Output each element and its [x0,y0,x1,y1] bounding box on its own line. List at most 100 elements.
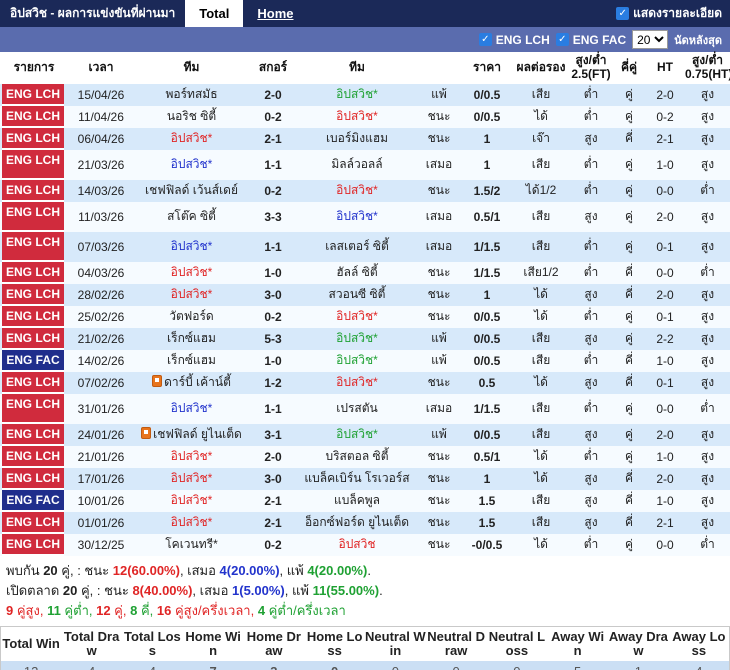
away-team-label: อิปสวิช* [336,309,378,324]
odd-even: คี่ [624,375,634,390]
summary-segment: , แพ้ [284,582,313,598]
tab-total[interactable]: Total [185,0,244,27]
match-date: 21/03/26 [77,157,125,172]
league-badge: ENG LCH [2,261,64,284]
home-team: อิปสวิช* [134,262,249,284]
recent-matches-select[interactable]: 20 [632,30,669,49]
tab-home[interactable]: Home [243,0,307,27]
stat-count: 1 [608,661,669,670]
handicap-result: เสีย [531,353,551,368]
table-row: ENG LCH 11/03/26 สโต๊ค ซิตี้ 3-3 อิปสวิช* เสม… [0,201,730,232]
ht-score: 2-2 [656,331,674,346]
table-row: ENG LCH 21/03/26 อิปสวิช* 1-1 มิลล์วอลล์ เสมอ… [0,149,730,180]
match-date: 15/04/26 [77,87,125,102]
away-team-label: เปรสตัน [336,401,378,416]
odd-even: คี่ [624,265,634,280]
over-under-ft: ต่ำ [583,449,599,464]
over-under-ht: สูง [700,375,715,390]
checkbox-checked-icon[interactable]: ✓ [616,7,630,20]
handicap-result: เสีย [531,157,551,172]
table-row: ENG LCH 15/04/26 พอร์ทสมัธ 2-0 อิปสวิช* แพ้ 0/… [0,83,730,106]
home-team-label: อิปสวิช* [170,493,213,508]
away-team: มิลล์วอลล์ [297,150,417,180]
league-cell: ENG LCH [0,231,68,262]
filter-eng-fac[interactable]: ✓ ENG FAC [555,33,626,47]
match-result: แพ้ [431,427,447,441]
handicap-odds: 0/0.5 [473,87,501,102]
match-result: ชนะ [427,471,451,485]
handicap-result: ได้ [534,471,548,486]
table-row: ENG FAC 10/01/26 อิปสวิช* 2-1 แบล็คพูล ชนะ 1.5… [0,489,730,512]
table-row: ENG LCH 21/02/26 เร็กซ์แฮม 5-3 อิปสวิช* แพ้ 0/… [0,327,730,350]
away-team: เปรสตัน [297,394,417,424]
final-score: 0-2 [264,537,282,552]
away-team-label: แบล็คเบิร์น โรเวอร์ส [304,471,410,486]
match-result: แพ้ [431,353,447,367]
over-under-ht: สูง [700,239,715,254]
summary-segment: คู่, : ชนะ [77,582,133,598]
over-under-ht: ต่ำ [700,537,715,552]
checkbox-checked-icon[interactable]: ✓ [478,33,492,46]
home-team: เชฟฟิลด์ ยูไนเต็ด [134,424,249,446]
match-result: เสมอ [425,239,453,253]
home-team: อิปสวิช* [134,394,249,424]
over-under-ft: สูง [584,427,598,442]
league-cell: ENG LCH [0,467,68,490]
summary-segment: , แพ้ [279,562,308,578]
checkbox-checked-icon[interactable]: ✓ [555,33,569,46]
stat-header: Total Win [0,626,62,662]
home-team: อิปสวิช* [134,468,249,490]
table-row: ENG LCH 17/01/26 อิปสวิช* 3-0 แบล็คเบิร์น โร… [0,467,730,490]
home-team: เร็กซ์แฮม [134,350,249,372]
final-score: 3-1 [264,427,282,442]
away-team-label: อิปสวิช* [336,353,378,368]
handicap-result: ได้ [534,449,548,464]
win-draw-loss-header-row: Total Win Total Draw Total Loss Home Win Hom… [0,626,730,662]
away-team: สวอนซี ซิตี้ [297,284,417,306]
league-badge: ENG LCH [2,179,64,202]
handicap-result: เสีย [531,239,551,254]
summary-segment: คี่, [137,602,157,618]
stat-count: 0 [304,661,365,670]
over-under-ft: ต่ำ [583,183,599,198]
stat-header: Home Loss [304,626,365,662]
over-under-ft: สูง [584,375,598,390]
stat-count: 4 [61,661,122,670]
handicap-odds: -0/0.5 [471,537,503,552]
col-header-home-team: ทีม [134,52,249,84]
away-team-label: แบล็คพูล [334,493,380,508]
league-badge: ENG FAC [2,349,64,372]
over-under-ht: สูง [700,493,715,508]
match-result: ชนะ [427,309,451,323]
home-team-label: สโต๊ค ซิตี้ [167,209,216,224]
league-cell: ENG LCH [0,423,68,446]
odd-even: คี่ [624,353,634,368]
filter-eng-lch[interactable]: ✓ ENG LCH [478,33,550,47]
league-badge: ENG LCH [2,201,64,232]
final-score: 5-3 [264,331,282,346]
details-toggle[interactable]: ✓ แสดงรายละเอียด [608,0,730,27]
handicap-result: เสีย1/2 [523,265,559,280]
final-score: 1-0 [264,353,282,368]
table-row: ENG FAC 14/02/26 เร็กซ์แฮม 1-0 อิปสวิช* แพ้ 0/… [0,349,730,372]
col-header-odds: ราคา [461,52,513,84]
summary-segment: เปิดตลาด [6,582,63,598]
col-header-date: เวลา [68,52,134,84]
home-team-label: อิปสวิช* [170,265,213,280]
home-team: อิปสวิช* [134,284,249,306]
match-date: 06/04/26 [77,131,125,146]
odd-even: คู่ [624,157,634,172]
home-team-label: เชฟฟิลด์ ยูไนเต็ด [153,427,242,442]
stat-count: 0 [486,661,548,670]
away-team: อ็อกซ์ฟอร์ด ยูไนเต็ด [297,512,417,534]
league-cell: ENG LCH [0,105,68,128]
final-score: 1-1 [264,239,282,254]
league-cell: ENG LCH [0,261,68,284]
results-table-header-row: รายการ เวลา ทีม สกอร์ ทีม ราคา ผลต่อรอง … [0,52,730,84]
ht-score: 2-1 [656,131,674,146]
match-history-page: อิปสวิช - ผลการแข่งขันที่ผ่านมา Total Ho… [0,0,730,670]
away-team: อิปสวิช* [297,84,417,106]
stat-header: Away Win [547,626,608,662]
over-under-ft: สูง [584,131,598,146]
summary-segment: 11(55.00%) [312,582,380,598]
